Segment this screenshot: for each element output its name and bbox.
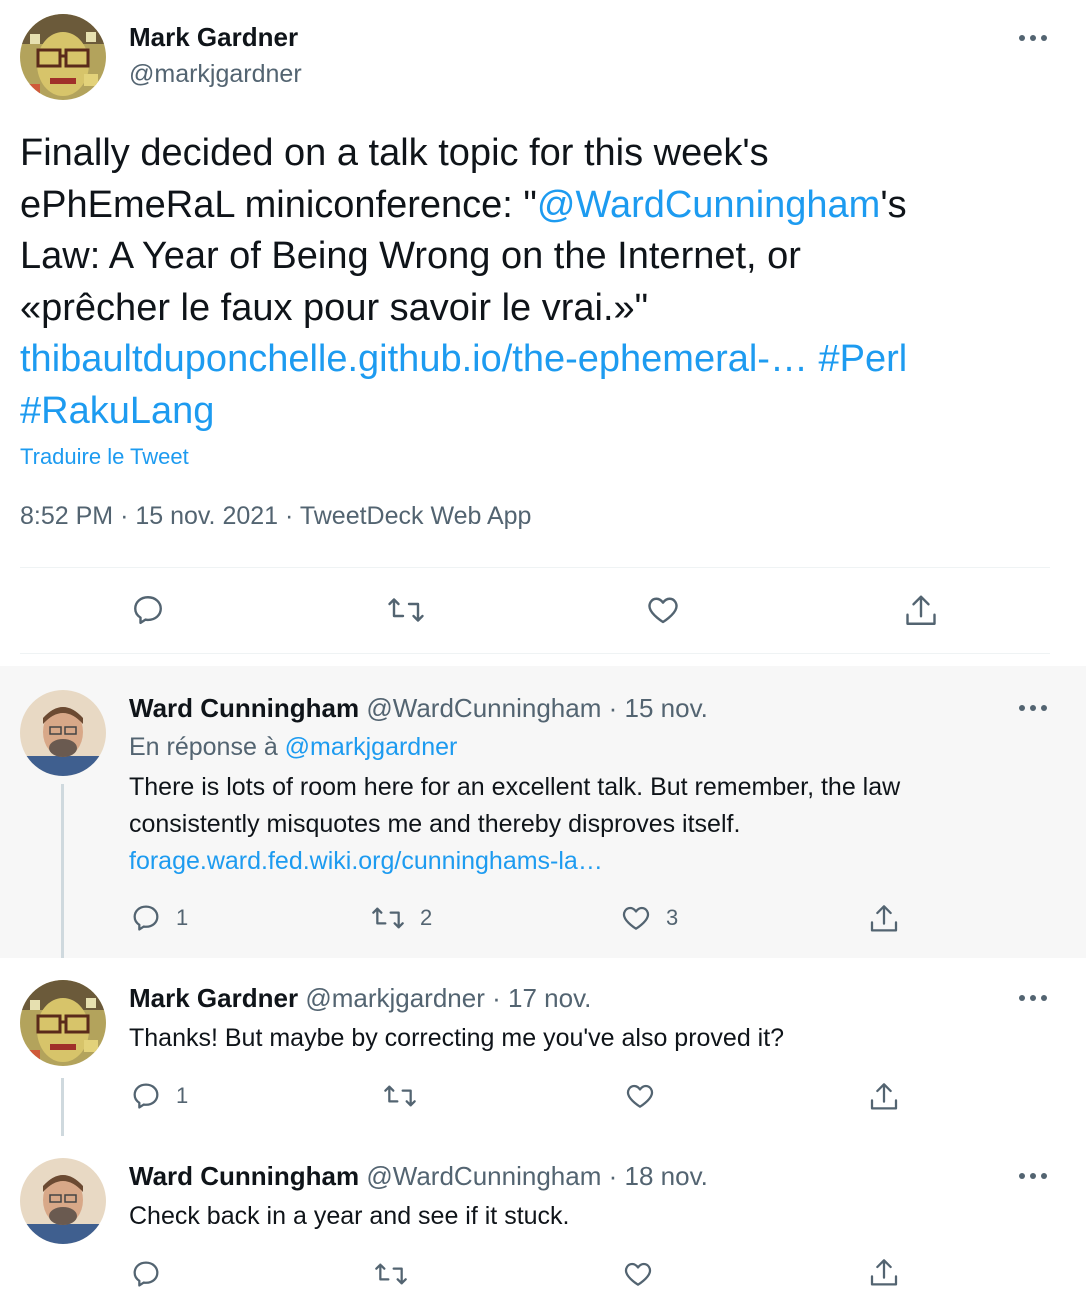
- share-icon: [870, 1259, 898, 1286]
- heart-icon: [648, 597, 678, 624]
- reply-text-line: Check back in a year and see if it stuck…: [129, 1202, 570, 1230]
- reply-tweet[interactable]: Ward Cunningham @WardCunningham · 18 nov…: [0, 1136, 1086, 1293]
- hashtag-link[interactable]: #Perl: [819, 338, 908, 380]
- reply-text-line: consistently misquotes me and thereby di…: [129, 810, 741, 838]
- share-button[interactable]: [868, 902, 900, 936]
- tweet-text-line: Law: A Year of Being Wrong on the Intern…: [20, 235, 801, 277]
- reply-text-line: There is lots of room here for an excell…: [129, 773, 901, 801]
- author-handle[interactable]: @WardCunningham: [366, 693, 601, 723]
- hashtag-link[interactable]: #RakuLang: [20, 390, 214, 432]
- reply-button[interactable]: 1: [130, 1080, 188, 1112]
- tweet-date[interactable]: 15 nov. 2021: [135, 502, 278, 530]
- reply-text: There is lots of room here for an excell…: [129, 769, 1009, 880]
- reply-icon: [134, 596, 162, 625]
- reply-icon: [133, 905, 159, 931]
- tweet-text-segment: ePhEmeRaL miniconference: ": [20, 183, 537, 226]
- tweet-date[interactable]: 17 nov.: [508, 983, 591, 1013]
- reply-header: Mark Gardner @markjgardner · 17 nov.: [129, 983, 591, 1014]
- reply-to-mention[interactable]: @markjgardner: [285, 733, 458, 761]
- mention-link[interactable]: @WardCunningham: [537, 184, 880, 226]
- main-tweet: Mark Gardner @markjgardner Finally decid…: [0, 0, 1086, 666]
- separator: ·: [492, 983, 501, 1013]
- reply-count: 1: [176, 1083, 189, 1108]
- retweet-icon: [388, 598, 424, 622]
- tweet-text-line: «prêcher le faux pour savoir le vrai.»": [20, 286, 649, 329]
- heart-icon: [624, 1262, 652, 1286]
- tweet-text-line: #RakuLang: [20, 386, 1050, 438]
- author-name[interactable]: Mark Gardner: [129, 22, 298, 53]
- like-button[interactable]: [624, 1080, 656, 1112]
- tweet-metadata: 8:52 PM · 15 nov. 2021 · TweetDeck Web A…: [20, 502, 531, 531]
- reply-to-label: En réponse à: [129, 733, 278, 761]
- retweet-button[interactable]: [386, 592, 426, 628]
- reply-button[interactable]: [130, 1258, 162, 1290]
- reply-text-line: Thanks! But maybe by correcting me you'v…: [129, 1024, 785, 1052]
- reply-count: 1: [176, 905, 189, 930]
- translate-tweet-link[interactable]: Traduire le Tweet: [20, 444, 189, 470]
- separator: ·: [608, 1161, 618, 1191]
- more-options-icon[interactable]: [1019, 993, 1049, 1003]
- share-button[interactable]: [903, 592, 939, 630]
- reply-icon: [133, 1261, 159, 1287]
- mark-gardner-avatar[interactable]: [20, 980, 106, 1066]
- reply-header: Ward Cunningham @WardCunningham · 15 nov…: [129, 693, 708, 724]
- divider: [20, 653, 1050, 654]
- reply-button[interactable]: [130, 592, 166, 628]
- share-button[interactable]: [868, 1080, 900, 1114]
- reply-header: Ward Cunningham @WardCunningham · 18 nov…: [129, 1161, 708, 1192]
- retweet-icon: [372, 907, 404, 929]
- separator: ·: [120, 502, 129, 530]
- reply-text: Check back in a year and see if it stuck…: [129, 1198, 1009, 1235]
- tweet-text-line: ePhEmeRaL miniconference: "@WardCunningh…: [20, 180, 1050, 232]
- reply-button[interactable]: 1: [130, 902, 188, 934]
- reply-icon: [133, 1083, 159, 1109]
- tweet-time[interactable]: 8:52 PM: [20, 502, 113, 530]
- reply-tweet[interactable]: Ward Cunningham @WardCunningham · 15 nov…: [0, 666, 1086, 974]
- separator: ·: [608, 693, 618, 723]
- tweet-source[interactable]: TweetDeck Web App: [300, 502, 532, 530]
- share-icon: [906, 595, 936, 625]
- mark-gardner-avatar[interactable]: [20, 14, 106, 100]
- url-link[interactable]: forage.ward.fed.wiki.org/cunninghams-la…: [129, 843, 1009, 880]
- author-name[interactable]: Ward Cunningham: [129, 1161, 359, 1191]
- tweet-text: Finally decided on a talk topic for this…: [20, 128, 1050, 437]
- tweet-text-segment: 's: [880, 183, 907, 226]
- heart-icon: [622, 906, 650, 930]
- retweet-button[interactable]: [382, 1080, 418, 1112]
- divider: [20, 567, 1050, 568]
- share-icon: [870, 905, 898, 932]
- like-count: 3: [666, 905, 679, 930]
- retweet-icon: [384, 1085, 416, 1107]
- retweet-icon: [375, 1263, 407, 1285]
- thread-connector: [61, 784, 64, 974]
- retweet-button[interactable]: 2: [370, 902, 432, 934]
- like-button[interactable]: [645, 592, 681, 628]
- author-name[interactable]: Mark Gardner: [129, 983, 298, 1013]
- author-handle[interactable]: @markjgardner: [129, 60, 302, 89]
- author-handle[interactable]: @markjgardner: [305, 983, 485, 1013]
- like-button[interactable]: [622, 1258, 654, 1290]
- more-options-icon[interactable]: [1019, 33, 1049, 43]
- author-handle[interactable]: @WardCunningham: [366, 1161, 601, 1191]
- more-options-icon[interactable]: [1019, 1171, 1049, 1181]
- author-name[interactable]: Ward Cunningham: [129, 693, 359, 723]
- reply-tweet[interactable]: Mark Gardner @markjgardner · 17 nov. Tha…: [0, 958, 1086, 1148]
- share-icon: [870, 1083, 898, 1110]
- tweet-date[interactable]: 18 nov.: [625, 1161, 708, 1191]
- ward-cunningham-avatar[interactable]: [20, 690, 106, 776]
- reply-to-line: En réponse à @markjgardner: [129, 733, 457, 762]
- like-button[interactable]: 3: [620, 902, 678, 934]
- reply-text: Thanks! But maybe by correcting me you'v…: [129, 1020, 1009, 1057]
- separator: ·: [285, 502, 294, 530]
- tweet-date[interactable]: 15 nov.: [625, 693, 708, 723]
- tweet-text-line: Finally decided on a talk topic for this…: [20, 132, 769, 174]
- heart-icon: [626, 1084, 654, 1108]
- retweet-count: 2: [420, 905, 433, 930]
- share-button[interactable]: [868, 1256, 900, 1290]
- ward-cunningham-avatar[interactable]: [20, 1158, 106, 1244]
- more-options-icon[interactable]: [1019, 703, 1049, 713]
- url-link[interactable]: thibaultduponchelle.github.io/the-epheme…: [20, 338, 808, 380]
- retweet-button[interactable]: [373, 1258, 409, 1290]
- tweet-text-line: thibaultduponchelle.github.io/the-epheme…: [20, 334, 1050, 386]
